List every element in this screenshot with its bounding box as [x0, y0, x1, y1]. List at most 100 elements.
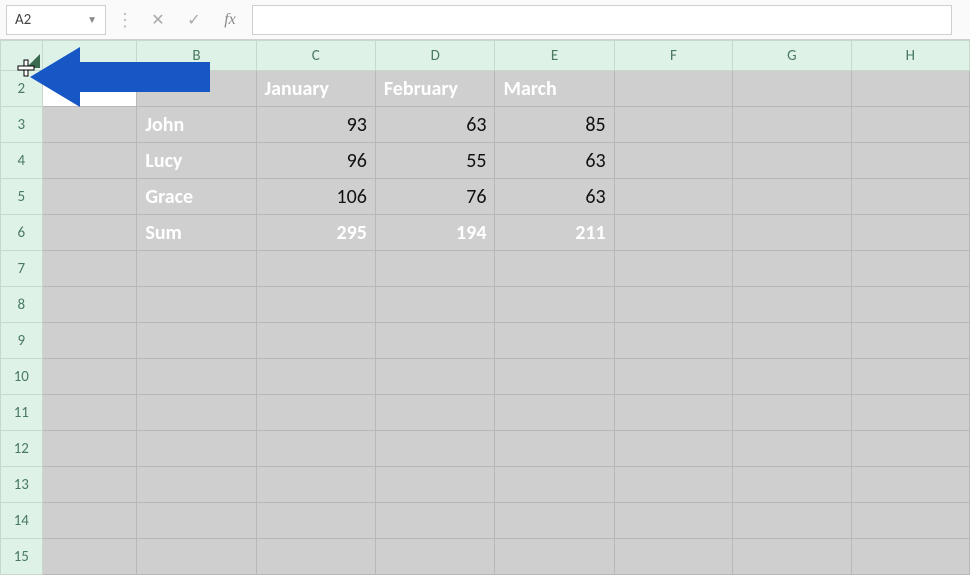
cell[interactable] [614, 431, 732, 467]
cell[interactable] [375, 251, 495, 287]
cell[interactable] [851, 323, 969, 359]
cell[interactable] [495, 467, 614, 503]
cell[interactable] [42, 395, 137, 431]
cell[interactable] [733, 359, 851, 395]
cell[interactable] [614, 539, 732, 575]
row-header[interactable]: 8 [1, 287, 43, 323]
table-header-month[interactable]: February [375, 71, 495, 107]
cell[interactable] [614, 251, 732, 287]
column-header[interactable]: G [733, 41, 851, 71]
cell[interactable] [375, 431, 495, 467]
cell[interactable] [42, 503, 137, 539]
cell[interactable] [495, 323, 614, 359]
table-row-label[interactable]: Lucy [137, 143, 256, 179]
cell[interactable] [614, 323, 732, 359]
formula-input[interactable] [252, 5, 952, 35]
cell[interactable] [495, 251, 614, 287]
cell[interactable] [733, 539, 851, 575]
cell[interactable] [42, 431, 137, 467]
name-box[interactable]: A2 ▼ [6, 5, 106, 35]
cell[interactable] [495, 359, 614, 395]
cell[interactable] [495, 395, 614, 431]
table-cell[interactable]: 63 [495, 143, 614, 179]
row-header[interactable]: 4 [1, 143, 43, 179]
cell[interactable] [42, 71, 137, 107]
row-header[interactable]: 12 [1, 431, 43, 467]
cell[interactable] [851, 143, 969, 179]
cell[interactable] [614, 287, 732, 323]
cell[interactable] [495, 539, 614, 575]
cell[interactable] [256, 323, 375, 359]
table-row-label[interactable]: Grace [137, 179, 256, 215]
cell[interactable] [733, 467, 851, 503]
row-header[interactable]: 9 [1, 323, 43, 359]
cell[interactable] [614, 503, 732, 539]
cell[interactable] [614, 71, 732, 107]
column-header[interactable]: C [256, 41, 375, 71]
cell[interactable] [137, 431, 256, 467]
cell[interactable] [733, 143, 851, 179]
cell[interactable] [137, 251, 256, 287]
cancel-icon[interactable]: ✕ [144, 6, 172, 34]
table-row-label[interactable]: John [137, 107, 256, 143]
table-sum-cell[interactable]: 295 [256, 215, 375, 251]
cell[interactable] [851, 251, 969, 287]
spreadsheet-grid[interactable]: B C D E F G H 2 January February March 3… [0, 40, 970, 575]
cell[interactable] [42, 287, 137, 323]
column-header[interactable]: B [137, 41, 256, 71]
cell[interactable] [42, 323, 137, 359]
cell[interactable] [851, 71, 969, 107]
cell[interactable] [256, 251, 375, 287]
cell[interactable] [375, 287, 495, 323]
row-header[interactable]: 2 [1, 71, 43, 107]
cell[interactable] [256, 431, 375, 467]
row-header[interactable]: 15 [1, 539, 43, 575]
table-header-blank[interactable] [137, 71, 256, 107]
column-header[interactable]: D [375, 41, 495, 71]
cell[interactable] [495, 503, 614, 539]
table-cell[interactable]: 106 [256, 179, 375, 215]
cell[interactable] [495, 287, 614, 323]
cell[interactable] [256, 539, 375, 575]
cell[interactable] [851, 179, 969, 215]
cell[interactable] [256, 359, 375, 395]
table-cell[interactable]: 63 [375, 107, 495, 143]
cell[interactable] [851, 395, 969, 431]
fx-icon[interactable]: fx [216, 6, 244, 34]
column-header[interactable]: F [614, 41, 732, 71]
cell[interactable] [733, 251, 851, 287]
chevron-down-icon[interactable]: ▼ [87, 13, 97, 26]
row-header[interactable]: 14 [1, 503, 43, 539]
cell[interactable] [375, 503, 495, 539]
cell[interactable] [137, 395, 256, 431]
cell[interactable] [614, 215, 732, 251]
cell[interactable] [733, 395, 851, 431]
cell[interactable] [851, 107, 969, 143]
cell[interactable] [851, 431, 969, 467]
row-header[interactable]: 3 [1, 107, 43, 143]
cell[interactable] [256, 503, 375, 539]
cell[interactable] [42, 215, 137, 251]
cell[interactable] [733, 215, 851, 251]
table-sum-label[interactable]: Sum [137, 215, 256, 251]
cell[interactable] [851, 287, 969, 323]
cell[interactable] [851, 503, 969, 539]
table-cell[interactable]: 63 [495, 179, 614, 215]
table-sum-cell[interactable]: 211 [495, 215, 614, 251]
cell[interactable] [137, 503, 256, 539]
table-cell[interactable]: 93 [256, 107, 375, 143]
column-header[interactable] [42, 41, 137, 71]
cell[interactable] [256, 395, 375, 431]
cell[interactable] [42, 107, 137, 143]
cell[interactable] [851, 467, 969, 503]
cell[interactable] [137, 287, 256, 323]
table-sum-cell[interactable]: 194 [375, 215, 495, 251]
enter-icon[interactable]: ✓ [180, 6, 208, 34]
cell[interactable] [256, 467, 375, 503]
cell[interactable] [614, 107, 732, 143]
cell[interactable] [614, 359, 732, 395]
cell[interactable] [137, 539, 256, 575]
cell[interactable] [375, 359, 495, 395]
cell[interactable] [614, 467, 732, 503]
table-cell[interactable]: 96 [256, 143, 375, 179]
